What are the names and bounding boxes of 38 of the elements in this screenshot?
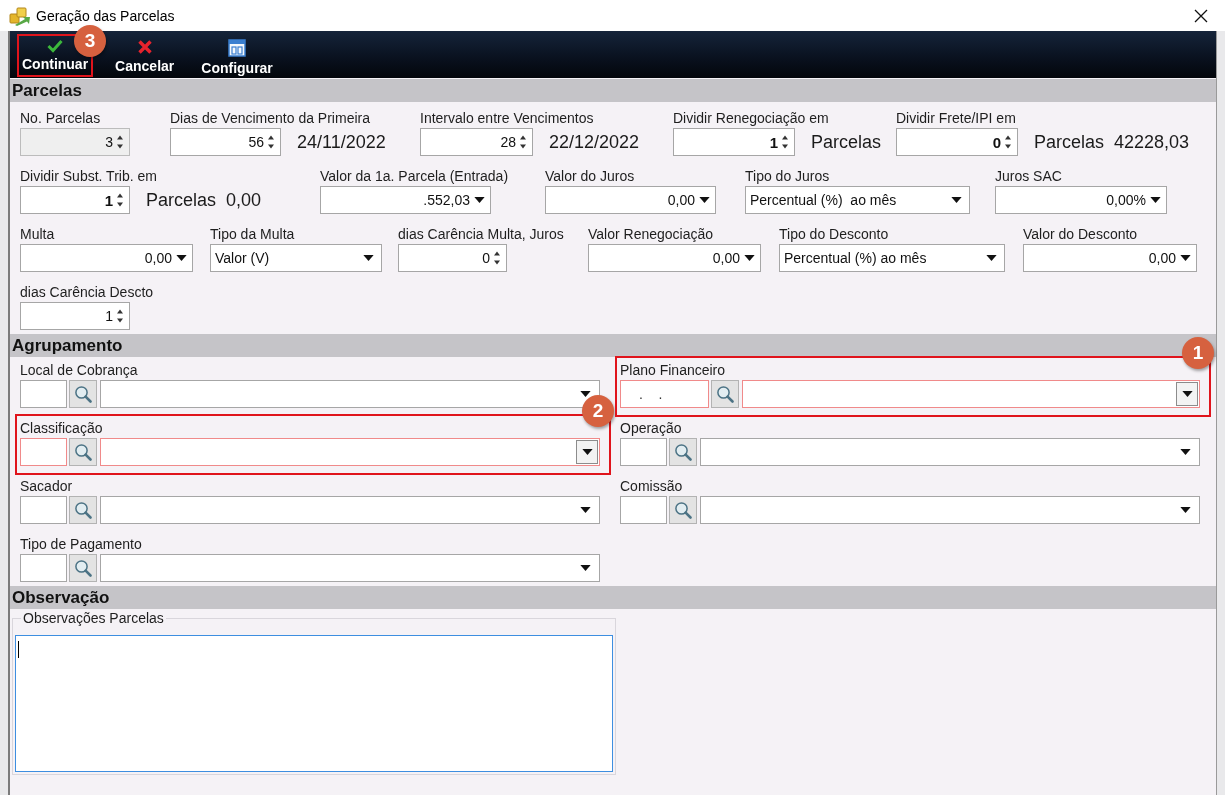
field-label: Valor da 1a. Parcela (Entrada) (320, 167, 510, 186)
field-label: Classificação (20, 419, 104, 438)
field-label: Tipo do Desconto (779, 225, 890, 244)
field-label: dias Carência Multa, Juros (398, 225, 565, 244)
field-label: Local de Cobrança (20, 361, 139, 380)
info-text: Parcelas (811, 131, 882, 153)
section-header: Observação (10, 586, 1216, 609)
field-label: Valor do Desconto (1023, 225, 1139, 244)
field-label: Intervalo entre Vencimentos (420, 109, 595, 128)
section-header: Parcelas (10, 79, 1216, 102)
field-label: Dias de Vencimento da Primeira (170, 109, 371, 128)
field-label: Operação (620, 419, 683, 438)
field-label: Valor Renegociação (588, 225, 715, 244)
info-text: 0,00 (226, 189, 262, 211)
info-text: 42228,03 (1114, 131, 1190, 153)
field-label: Tipo do Juros (745, 167, 831, 186)
callout-overlay: 1 (1182, 337, 1214, 369)
info-text: 24/11/2022 (297, 131, 386, 153)
field-label: Juros SAC (995, 167, 1063, 186)
field-label: Dividir Subst. Trib. em (20, 167, 158, 186)
field-label: Dividir Renegociação em (673, 109, 830, 128)
field-label: Tipo de Pagamento (20, 535, 143, 554)
field-label: Multa (20, 225, 56, 244)
field-label: dias Carência Descto (20, 283, 154, 302)
info-text: Parcelas (146, 189, 217, 211)
window-title: Geração das Parcelas (36, 6, 175, 25)
field-label: Valor do Juros (545, 167, 636, 186)
callout-overlay: 3 (74, 25, 107, 57)
group-label: Observações Parcelas (22, 610, 165, 626)
field-label: Plano Financeiro (620, 361, 727, 380)
field-label: Sacador (20, 477, 74, 496)
callout-overlay: 2 (582, 395, 614, 427)
field-label: Comissão (620, 477, 684, 496)
field-label: Tipo da Multa (210, 225, 296, 244)
field-label: Dividir Frete/IPI em (896, 109, 1017, 128)
field-label: No. Parcelas (20, 109, 102, 128)
info-text: Parcelas (1034, 131, 1105, 153)
info-text: 22/12/2022 (549, 131, 640, 153)
